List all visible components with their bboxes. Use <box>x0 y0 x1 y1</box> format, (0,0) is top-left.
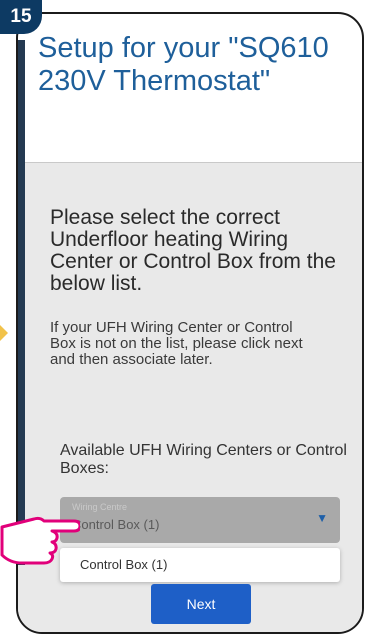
dropdown-menu: Control Box (1) <box>60 548 340 582</box>
left-edge-strip <box>18 40 25 565</box>
chevron-down-icon: ▼ <box>316 511 328 525</box>
instruction-subtext: If your UFH Wiring Center or Control Box… <box>50 319 303 368</box>
arrow-indicator <box>0 325 8 341</box>
available-list-label: Available UFH Wiring Centers or Control … <box>60 442 347 477</box>
wiring-centre-select[interactable]: Wiring Centre Control Box (1) ▼ <box>60 497 340 543</box>
pointing-hand-icon <box>0 516 80 565</box>
next-button[interactable]: Next <box>151 584 251 624</box>
step-number-badge: 15 <box>0 0 42 34</box>
dropdown-item-control-box[interactable]: Control Box (1) <box>80 557 167 572</box>
page-title: Setup for your "SQ610 230V Thermostat" <box>38 32 329 97</box>
select-value: Control Box (1) <box>72 517 160 532</box>
select-placeholder: Wiring Centre <box>72 502 128 512</box>
instruction-heading: Please select the correct Underfloor hea… <box>50 206 336 295</box>
